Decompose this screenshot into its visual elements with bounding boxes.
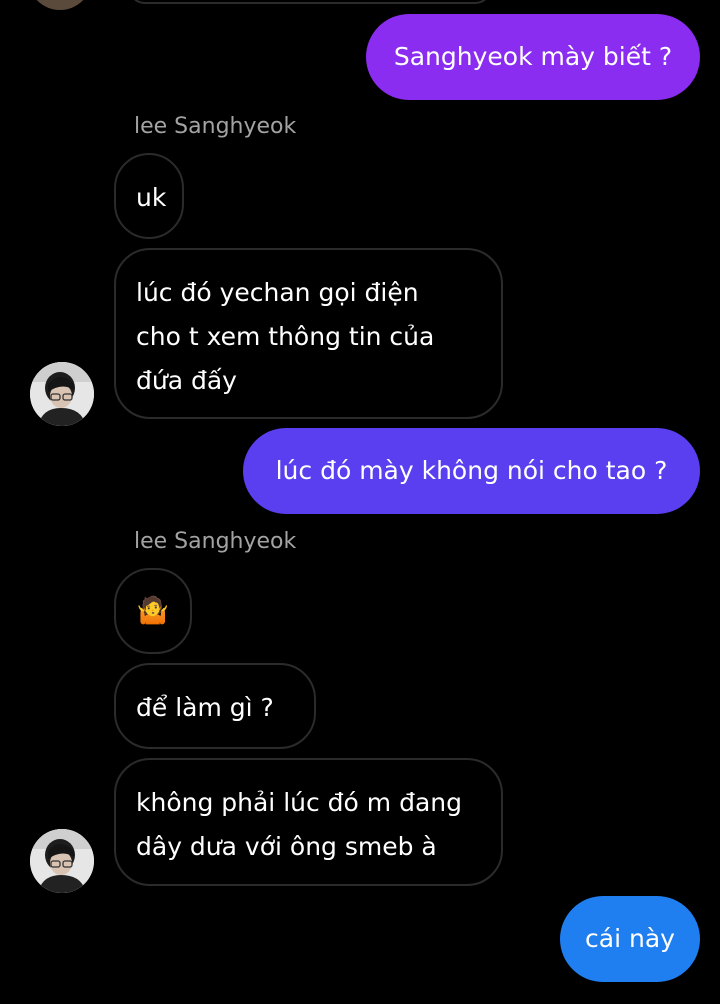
- outgoing-message-bubble[interactable]: Sanghyeok mày biết ?: [366, 14, 700, 100]
- profile-photo: [30, 362, 94, 426]
- outgoing-message-bubble[interactable]: cái này: [560, 896, 700, 982]
- incoming-message-bubble[interactable]: lúc đó yechan gọi điện cho t xem thông t…: [114, 248, 503, 419]
- incoming-message-bubble[interactable]: uk: [114, 153, 184, 239]
- message-text: Sanghyeok mày biết ?: [393, 42, 673, 71]
- incoming-message-bubble[interactable]: để làm gì ?: [114, 663, 316, 749]
- incoming-message-bubble[interactable]: không phải lúc đó m đang dây dưa với ông…: [114, 758, 503, 886]
- incoming-message-bubble-cut[interactable]: [128, 0, 492, 4]
- message-line: đứa đấy: [136, 366, 237, 395]
- message-line: lúc đó yechan gọi điện: [136, 278, 419, 307]
- person-shrugging-icon: 🤷: [136, 596, 170, 626]
- message-text: để làm gì ?: [136, 693, 274, 722]
- chat-screen: Sanghyeok mày biết ? lee Sanghyeok uk lú…: [0, 0, 720, 1004]
- profile-photo: [30, 829, 94, 893]
- avatar[interactable]: [28, 0, 92, 10]
- incoming-message-bubble[interactable]: 🤷: [114, 568, 192, 654]
- avatar[interactable]: [30, 362, 94, 426]
- message-text: lúc đó mày không nói cho tao ?: [275, 456, 668, 485]
- sender-name: lee Sanghyeok: [134, 529, 297, 554]
- message-line: không phải lúc đó m đang: [136, 788, 463, 817]
- message-line: cho t xem thông tin của: [136, 322, 435, 351]
- message-text: uk: [136, 183, 167, 212]
- avatar[interactable]: [30, 829, 94, 893]
- outgoing-message-bubble[interactable]: lúc đó mày không nói cho tao ?: [243, 428, 700, 514]
- message-text: cái này: [585, 924, 675, 953]
- message-line: dây dưa với ông smeb à: [136, 832, 437, 861]
- sender-name: lee Sanghyeok: [134, 114, 297, 139]
